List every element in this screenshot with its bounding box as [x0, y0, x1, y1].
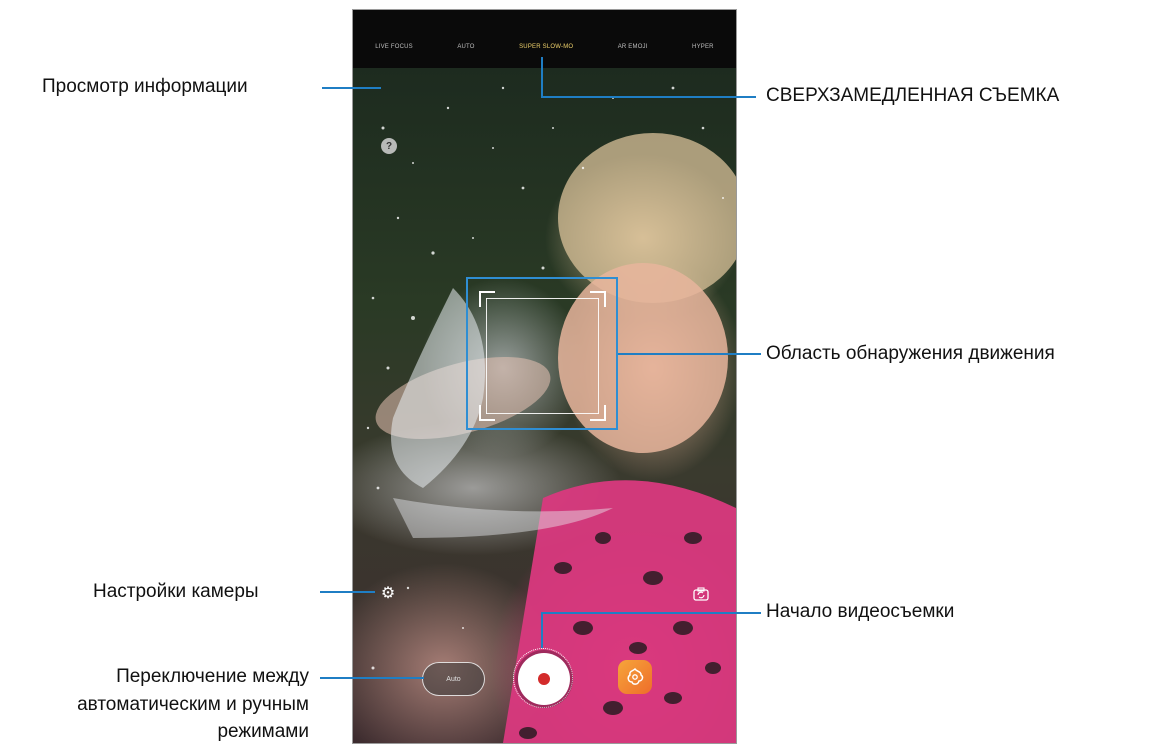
motion-detection-inner-frame[interactable] [479, 291, 606, 421]
leader-line-super-slow-vertical [541, 57, 543, 97]
frame-guide-line [486, 298, 487, 414]
callout-info-view: Просмотр информации [42, 76, 248, 97]
mode-hyperlapse[interactable]: HYPER [692, 44, 714, 50]
callout-camera-settings: Настройки камеры [93, 581, 259, 602]
leader-line-record-horizontal [541, 612, 761, 614]
record-icon [538, 673, 550, 685]
callout-record-start: Начало видеосъемки [766, 601, 955, 622]
mode-auto[interactable]: AUTO [457, 44, 474, 50]
camera-screen: LIVE FOCUS AUTO SUPER SLOW-MO AR EMOJI H… [352, 9, 737, 744]
manual-page: LIVE FOCUS AUTO SUPER SLOW-MO AR EMOJI H… [0, 0, 1149, 749]
frame-guide-line [486, 413, 599, 414]
callout-super-slow-mode: СВЕРХЗАМЕДЛЕННАЯ СЪЕМКА [766, 85, 1060, 106]
help-question-icon[interactable]: ? [381, 138, 397, 154]
callout-motion-area: Область обнаружения движения [766, 343, 1055, 364]
bixby-vision-flower-icon[interactable] [618, 660, 652, 694]
auto-manual-toggle-button[interactable]: Auto [422, 662, 485, 696]
switch-camera-icon[interactable] [692, 585, 710, 603]
leader-line-record-vertical [541, 612, 543, 648]
leader-line-settings [320, 591, 375, 593]
mode-ar-emoji[interactable]: AR EMOJI [618, 44, 648, 50]
callout-mode-switch-line2: автоматическим и ручным [77, 694, 309, 715]
leader-line-motion-area [618, 353, 761, 355]
camera-mode-strip: LIVE FOCUS AUTO SUPER SLOW-MO AR EMOJI H… [353, 36, 736, 58]
callout-mode-switch-line1: Переключение между [116, 666, 309, 687]
leader-line-super-slow-horizontal [541, 96, 756, 98]
leader-line-info [322, 87, 381, 89]
callout-mode-switch-line3: режимами [217, 721, 309, 742]
leader-line-mode-switch [320, 677, 424, 679]
gear-icon[interactable]: ⚙ [379, 585, 397, 603]
frame-guide-line [486, 298, 599, 299]
camera-viewfinder[interactable]: ? ⚙ Auto [353, 68, 736, 743]
mode-live-focus[interactable]: LIVE FOCUS [375, 44, 413, 50]
frame-corner-icon [479, 291, 495, 307]
frame-guide-line [598, 298, 599, 414]
mode-super-slow-mo[interactable]: SUPER SLOW-MO [519, 44, 573, 50]
